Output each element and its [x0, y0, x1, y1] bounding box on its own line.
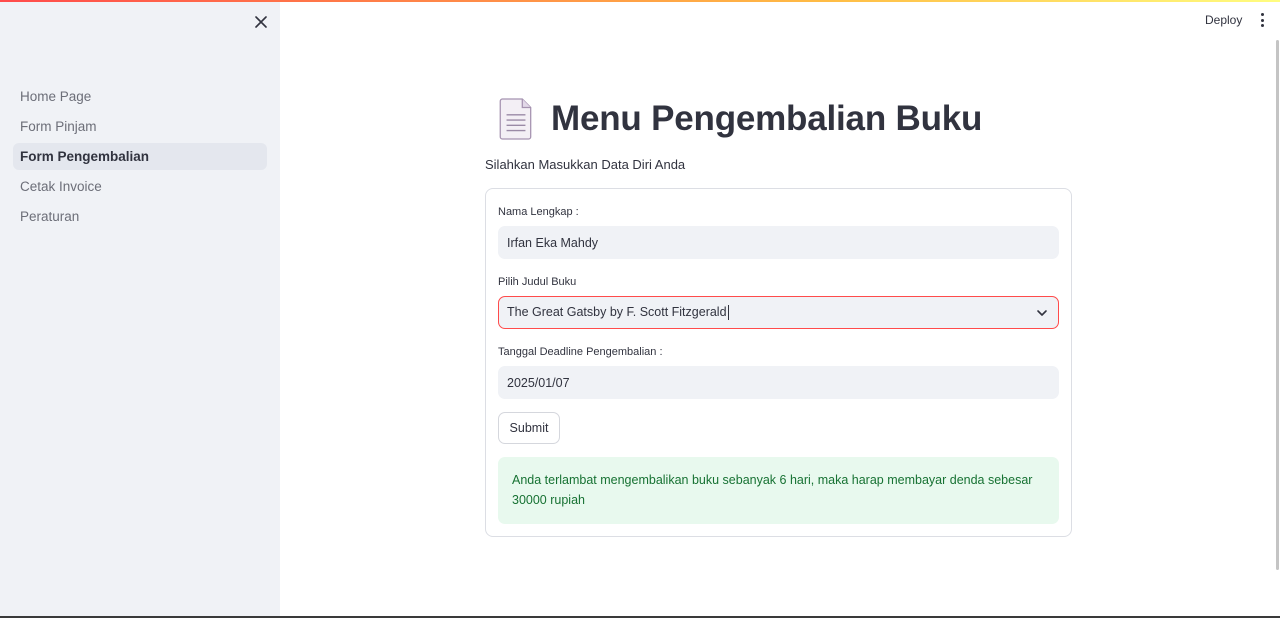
- sidebar: Home Page Form Pinjam Form Pengembalian …: [0, 0, 280, 618]
- book-select[interactable]: The Great Gatsby by F. Scott Fitzgerald: [498, 296, 1059, 329]
- sidebar-item-cetak-invoice[interactable]: Cetak Invoice: [13, 173, 267, 200]
- alert-message: Anda terlambat mengembalikan buku sebany…: [512, 473, 1033, 507]
- deadline-input-value: 2025/01/07: [507, 375, 570, 390]
- close-icon: [255, 16, 267, 28]
- return-form: Nama Lengkap : Irfan Eka Mahdy Pilih Jud…: [485, 188, 1072, 537]
- deploy-button[interactable]: Deploy: [1205, 13, 1242, 27]
- page-scrollbar[interactable]: [1276, 40, 1279, 570]
- sidebar-item-label: Peraturan: [20, 209, 80, 224]
- book-select-value: The Great Gatsby by F. Scott Fitzgerald: [507, 304, 727, 319]
- chevron-down-icon: [1037, 309, 1047, 316]
- name-input-value: Irfan Eka Mahdy: [507, 235, 599, 250]
- close-sidebar-button[interactable]: [251, 12, 271, 32]
- main-menu-button[interactable]: [1256, 13, 1268, 27]
- success-alert: Anda terlambat mengembalikan buku sebany…: [498, 457, 1059, 524]
- title-row: Menu Pengembalian Buku: [485, 98, 982, 140]
- sidebar-item-label: Form Pengembalian: [20, 149, 150, 164]
- kebab-menu-icon: [1260, 13, 1264, 16]
- deadline-label: Tanggal Deadline Pengembalian :: [498, 346, 663, 358]
- page-subtitle: Silahkan Masukkan Data Diri Anda: [485, 157, 686, 172]
- submit-button[interactable]: Submit: [498, 412, 560, 444]
- sidebar-item-home-page[interactable]: Home Page: [13, 83, 267, 110]
- name-label: Nama Lengkap :: [498, 206, 579, 218]
- sidebar-item-label: Form Pinjam: [20, 119, 97, 134]
- name-input[interactable]: Irfan Eka Mahdy: [498, 226, 1059, 259]
- top-decoration-bar: [0, 0, 1280, 2]
- sidebar-item-form-pengembalian[interactable]: Form Pengembalian: [13, 143, 267, 170]
- document-icon: [499, 98, 532, 140]
- sidebar-item-label: Home Page: [20, 89, 92, 104]
- book-label: Pilih Judul Buku: [498, 276, 577, 288]
- sidebar-item-form-pinjam[interactable]: Form Pinjam: [13, 113, 267, 140]
- sidebar-item-label: Cetak Invoice: [20, 179, 102, 194]
- deadline-date-input[interactable]: 2025/01/07: [498, 366, 1059, 399]
- sidebar-item-peraturan[interactable]: Peraturan: [13, 203, 267, 230]
- page-title: Menu Pengembalian Buku: [551, 99, 983, 138]
- sidebar-nav: Home Page Form Pinjam Form Pengembalian …: [13, 83, 267, 233]
